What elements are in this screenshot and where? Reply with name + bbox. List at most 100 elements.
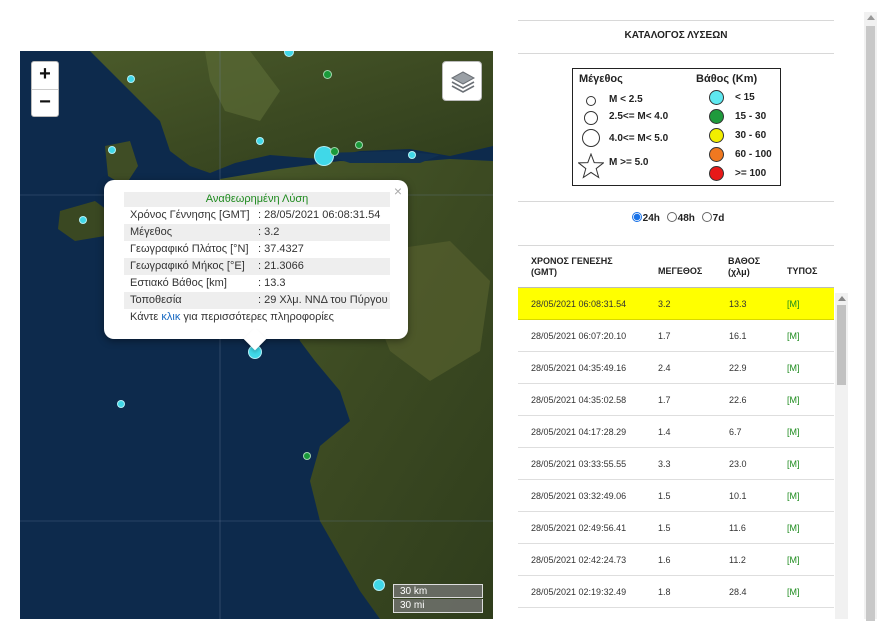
quake-marker[interactable]: [79, 216, 87, 224]
cell-depth: 13.3: [729, 299, 747, 309]
popup-value: : 37.4327: [258, 243, 304, 255]
zoom-in-button[interactable]: +: [32, 62, 58, 89]
popup-row: Χρόνος Γέννησης [GMT] : 28/05/2021 06:08…: [124, 207, 390, 224]
cell-depth: 16.1: [729, 331, 747, 341]
quake-marker[interactable]: [355, 141, 363, 149]
quake-popup: × Αναθεωρημένη Λύση Χρόνος Γέννησης [GMT…: [104, 180, 408, 351]
layers-button[interactable]: [442, 61, 482, 101]
legend-magnitude-label: M < 2.5: [609, 94, 643, 105]
popup-key: Χρόνος Γέννησης [GMT]: [130, 209, 250, 221]
table-scrollbar[interactable]: [835, 293, 848, 619]
popup-value: : 13.3: [258, 277, 286, 289]
cell-time: 28/05/2021 04:35:02.58: [531, 395, 627, 405]
scroll-up-icon[interactable]: [867, 15, 875, 20]
quake-marker[interactable]: [373, 579, 385, 591]
popup-key: Τοποθεσία: [130, 294, 182, 306]
magnitude-small-icon: [586, 96, 596, 106]
popup-value: : 29 Χλμ. ΝΝΔ του Πύργου: [258, 294, 388, 306]
quake-marker[interactable]: [323, 70, 332, 79]
scroll-up-icon[interactable]: [838, 296, 846, 301]
cell-depth: 6.7: [729, 427, 742, 437]
popup-footer-text: Κάντε: [130, 311, 162, 323]
map[interactable]: + − 30 km 30 mi × Αναθεωρημένη Λύση Χρόν…: [20, 51, 493, 619]
close-icon[interactable]: ×: [394, 183, 402, 199]
cell-magnitude: 1.6: [658, 555, 671, 565]
cell-type: [M]: [787, 523, 800, 533]
cell-depth: 22.9: [729, 363, 747, 373]
table-row[interactable]: 28/05/2021 04:17:28.29 1.4 6.7 [M]: [518, 416, 834, 448]
cell-time: 28/05/2021 04:17:28.29: [531, 427, 627, 437]
scale-mi: 30 mi: [393, 599, 483, 613]
cell-type: [M]: [787, 299, 800, 309]
scale-km: 30 km: [393, 584, 483, 598]
scrollbar-thumb[interactable]: [837, 305, 846, 385]
cell-magnitude: 3.3: [658, 459, 671, 469]
legend-magnitude-label: 4.0<= M< 5.0: [609, 133, 669, 144]
column-magnitude[interactable]: ΜΕΓΕΘΟΣ: [658, 266, 702, 277]
radio-label-24h: 24h: [642, 213, 660, 224]
table-row[interactable]: 28/05/2021 02:19:32.49 1.8 28.4 [M]: [518, 576, 834, 608]
catalog-table: 28/05/2021 06:08:31.54 3.2 13.3 [M] 28/0…: [518, 288, 834, 619]
depth-swatch: [709, 128, 724, 143]
table-row[interactable]: 28/05/2021 03:33:55.55 3.3 23.0 [M]: [518, 448, 834, 480]
cell-magnitude: 1.4: [658, 427, 671, 437]
legend-magnitude-label: 2.5<= M< 4.0: [609, 111, 669, 122]
radio-48h[interactable]: [666, 212, 677, 222]
more-info-link[interactable]: κλικ: [161, 311, 180, 323]
divider: [518, 201, 834, 202]
quake-marker[interactable]: [117, 400, 125, 408]
cell-magnitude: 1.5: [658, 523, 671, 533]
quake-marker[interactable]: [303, 452, 311, 460]
popup-row: Μέγεθος : 3.2: [124, 224, 390, 241]
radio-24h[interactable]: [631, 212, 642, 222]
radio-label-48h: 48h: [677, 213, 695, 224]
legend-depth-title: Βάθος (Km): [696, 73, 758, 85]
magnitude-medium-icon: [584, 111, 598, 125]
quake-marker[interactable]: [108, 146, 116, 154]
cell-type: [M]: [787, 555, 800, 565]
column-depth-label: ΒΑΘΟΣ: [728, 256, 761, 266]
popup-footer-text: για περισσότερες πληροφορίες: [180, 311, 334, 323]
scrollbar-thumb[interactable]: [866, 26, 875, 621]
legend-magnitude-label: M >= 5.0: [609, 157, 649, 168]
zoom-out-button[interactable]: −: [32, 89, 58, 116]
popup-key: Γεωγραφικό Πλάτος [°N]: [130, 243, 249, 255]
cell-time: 28/05/2021 06:08:31.54: [531, 299, 627, 309]
star-icon: [578, 153, 604, 179]
popup-title: Αναθεωρημένη Λύση: [124, 192, 390, 207]
quake-marker[interactable]: [256, 137, 264, 145]
cell-time: 28/05/2021 06:07:20.10: [531, 331, 627, 341]
column-depth[interactable]: ΒΑΘΟΣ (χλμ): [728, 256, 760, 278]
column-time[interactable]: ΧΡΟΝΟΣ ΓΕΝΕΣΗΣ (GMT): [531, 256, 613, 278]
column-type[interactable]: ΤΥΠΟΣ: [787, 266, 817, 277]
table-row[interactable]: 28/05/2021 03:32:49.06 1.5 10.1 [M]: [518, 480, 834, 512]
table-row[interactable]: 28/05/2021 02:49:56.41 1.5 11.6 [M]: [518, 512, 834, 544]
column-depth-sub: (χλμ): [728, 267, 750, 277]
popup-row: Γεωγραφικό Πλάτος [°N] : 37.4327: [124, 241, 390, 258]
radio-label-7d: 7d: [712, 213, 725, 224]
column-time-label: ΧΡΟΝΟΣ ΓΕΝΕΣΗΣ: [531, 256, 613, 266]
popup-value: : 3.2: [258, 226, 280, 238]
layers-icon: [450, 71, 476, 93]
cell-type: [M]: [787, 491, 800, 501]
quake-marker[interactable]: [408, 151, 416, 159]
cell-type: [M]: [787, 587, 800, 597]
radio-7d[interactable]: [701, 212, 712, 222]
popup-row: Εστιακό Βάθος [km] : 13.3: [124, 275, 390, 292]
quake-marker[interactable]: [127, 75, 135, 83]
table-row[interactable]: 28/05/2021 04:35:49.16 2.4 22.9 [M]: [518, 352, 834, 384]
cell-depth: 22.6: [729, 395, 747, 405]
legend-depth-label: < 15: [735, 92, 755, 103]
table-row[interactable]: 28/05/2021 06:07:20.10 1.7 16.1 [M]: [518, 320, 834, 352]
popup-row: Τοποθεσία : 29 Χλμ. ΝΝΔ του Πύργου: [124, 292, 390, 309]
table-row[interactable]: 28/05/2021 04:35:02.58 1.7 22.6 [M]: [518, 384, 834, 416]
table-row[interactable]: 28/05/2021 02:42:24.73 1.6 11.2 [M]: [518, 544, 834, 576]
page-scrollbar[interactable]: [864, 12, 877, 621]
quake-marker[interactable]: [330, 147, 339, 156]
depth-swatch: [709, 90, 724, 105]
time-range: 24h 48h 7d: [518, 212, 834, 224]
cell-type: [M]: [787, 363, 800, 373]
cell-type: [M]: [787, 427, 800, 437]
popup-row: Γεωγραφικό Μήκος [°E] : 21.3066: [124, 258, 390, 275]
table-row[interactable]: 28/05/2021 06:08:31.54 3.2 13.3 [M]: [518, 288, 834, 320]
